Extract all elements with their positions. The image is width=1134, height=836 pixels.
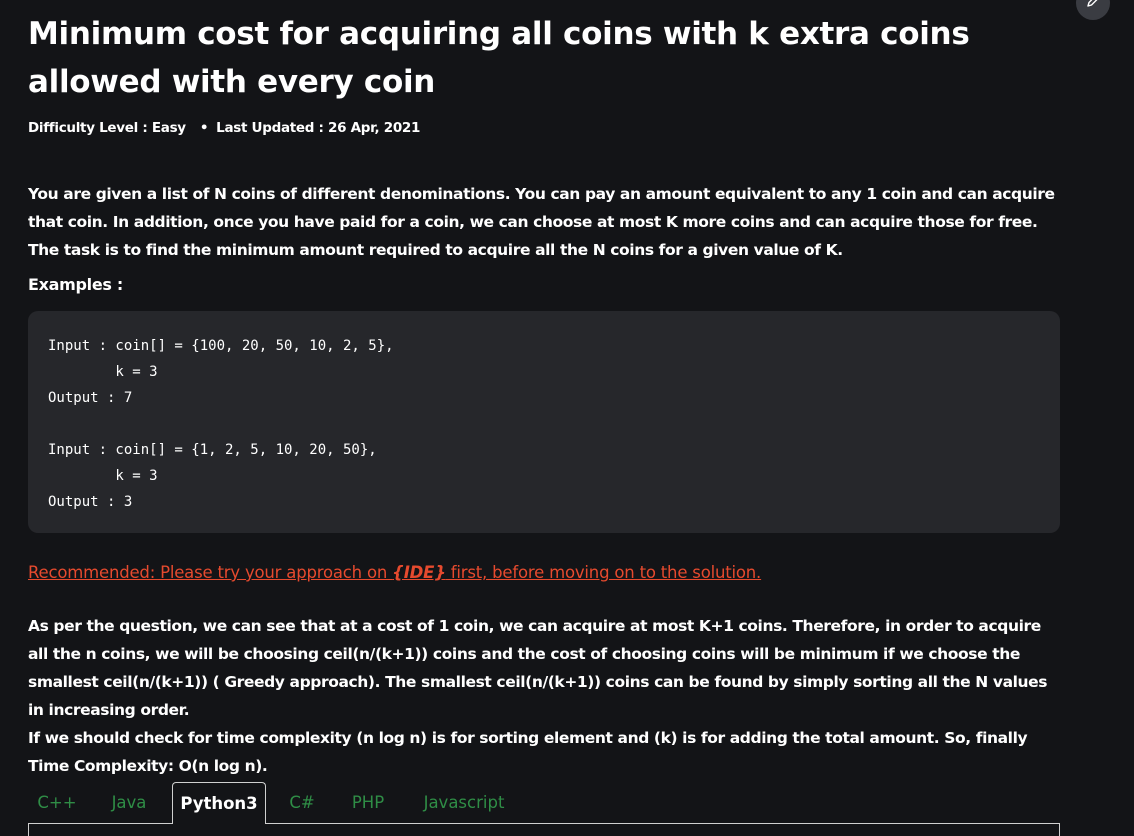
tab-java[interactable]: Java: [98, 782, 160, 823]
code-language-tabs: C++ Java Python3 C# PHP Javascript: [28, 782, 1060, 836]
recommended-ide: {IDE}: [392, 563, 446, 582]
tab-python3[interactable]: Python3: [172, 782, 266, 824]
explanation-text-2: If we should check for time complexity (…: [28, 729, 1028, 775]
examples-heading: Examples :: [28, 275, 124, 294]
intro-paragraph: You are given a list of N coins of diffe…: [28, 185, 1055, 259]
recommended-prefix: Recommended: Please try your approach on: [28, 563, 393, 582]
meta-separator: •: [199, 120, 209, 136]
code-panel: [28, 823, 1060, 836]
article-meta: Difficulty Level : Easy • Last Updated : 2…: [28, 120, 420, 136]
recommended-suffix: first, before moving on to the solution.: [445, 563, 762, 582]
examples-code: Input : coin[] = {100, 20, 50, 10, 2, 5}…: [48, 338, 394, 510]
examples-code-block: Input : coin[] = {100, 20, 50, 10, 2, 5}…: [28, 311, 1060, 533]
article-title: Minimum cost for acquiring all coins wit…: [28, 16, 970, 100]
tab-csharp[interactable]: C#: [280, 782, 324, 823]
last-updated: Last Updated : 26 Apr, 2021: [216, 120, 421, 136]
pencil-icon: [1085, 0, 1101, 13]
recommended-link[interactable]: Recommended: Please try your approach on…: [28, 560, 761, 586]
tab-cpp[interactable]: C++: [28, 782, 86, 823]
tab-javascript[interactable]: Javascript: [412, 782, 516, 823]
explanation-text-1: As per the question, we can see that at …: [28, 617, 1048, 719]
article-page: Minimum cost for acquiring all coins wit…: [0, 0, 1134, 836]
tab-php[interactable]: PHP: [340, 782, 396, 823]
difficulty-level: Difficulty Level : Easy: [28, 120, 186, 136]
explanation-paragraph: As per the question, we can see that at …: [28, 612, 1058, 780]
edit-button[interactable]: [1076, 0, 1110, 20]
